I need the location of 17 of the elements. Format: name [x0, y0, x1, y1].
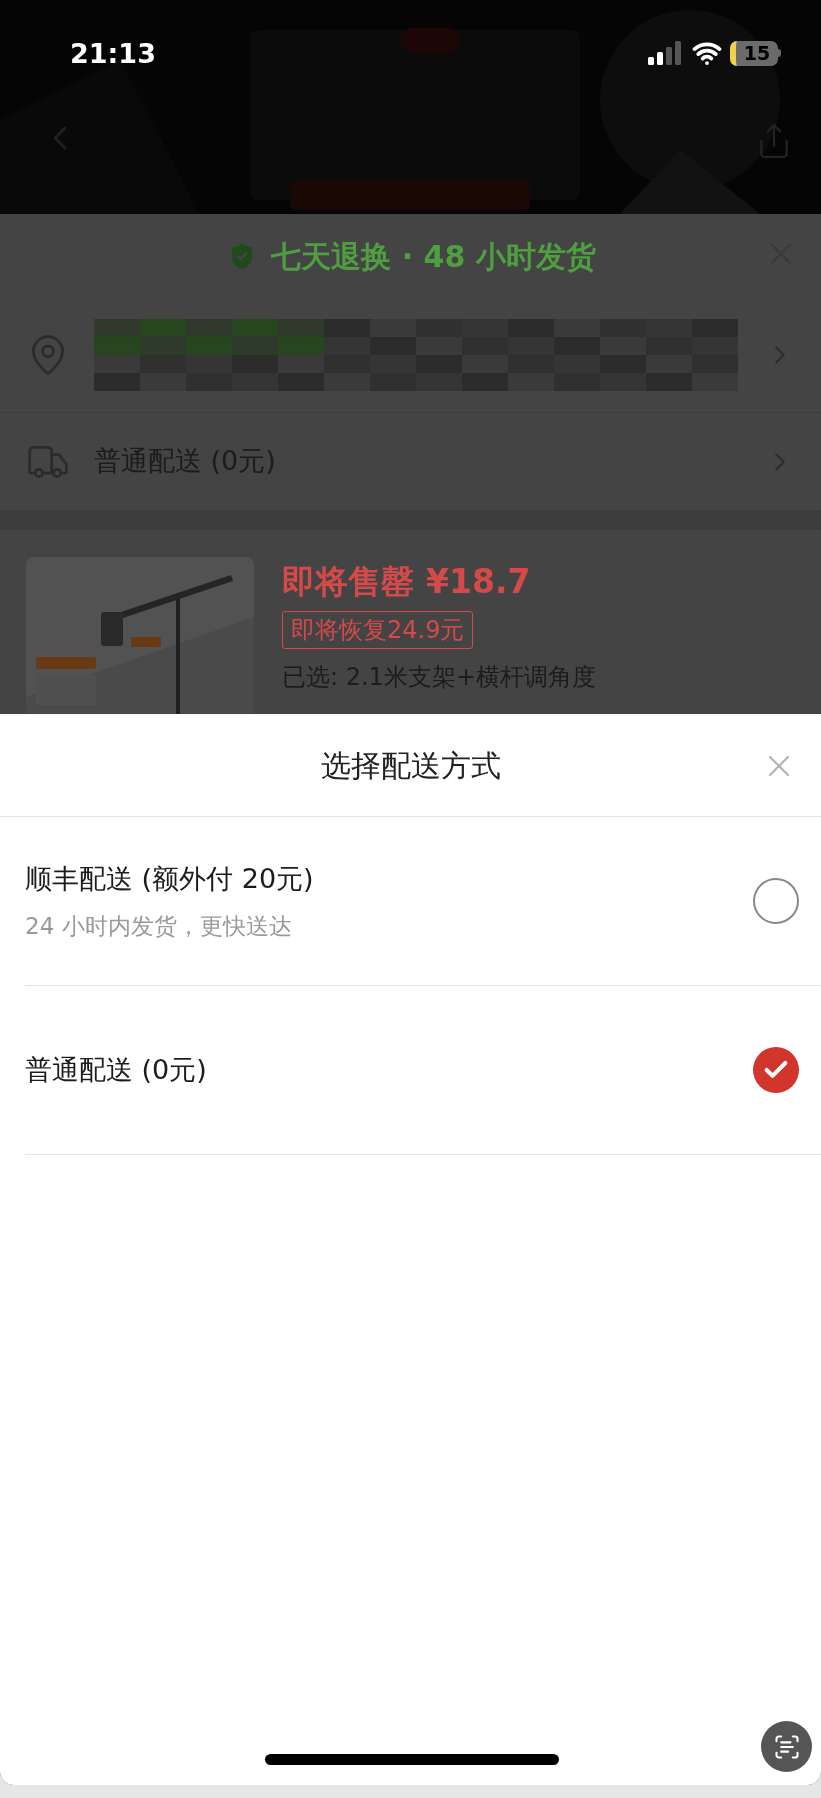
radio-button[interactable] — [753, 1047, 799, 1093]
option-note: 24 小时内发货，更快送达 — [25, 912, 293, 941]
battery-indicator: 15 — [730, 40, 778, 66]
delivery-option[interactable]: 顺丰配送 (额外付 20元) 24 小时内发货，更快送达 — [25, 817, 821, 986]
signal-icon — [648, 41, 684, 65]
radio-button[interactable] — [753, 878, 799, 924]
scan-text-icon — [772, 1732, 801, 1761]
option-label: 顺丰配送 (额外付 20元) — [25, 861, 314, 896]
guarantee-text: 七天退换 · 48 小时发货 — [271, 237, 596, 276]
sheet-title: 选择配送方式 — [320, 746, 501, 785]
status-time: 21:13 — [70, 37, 156, 71]
delivery-option[interactable]: 普通配送 (0元) — [25, 986, 821, 1155]
price: ¥18.7 — [426, 561, 531, 603]
sale-status: 即将售罄 — [282, 561, 414, 603]
price-restore-tag: 即将恢复24.9元 — [282, 610, 474, 649]
scan-text-button[interactable] — [761, 1721, 812, 1772]
option-label: 普通配送 (0元) — [25, 1052, 207, 1087]
